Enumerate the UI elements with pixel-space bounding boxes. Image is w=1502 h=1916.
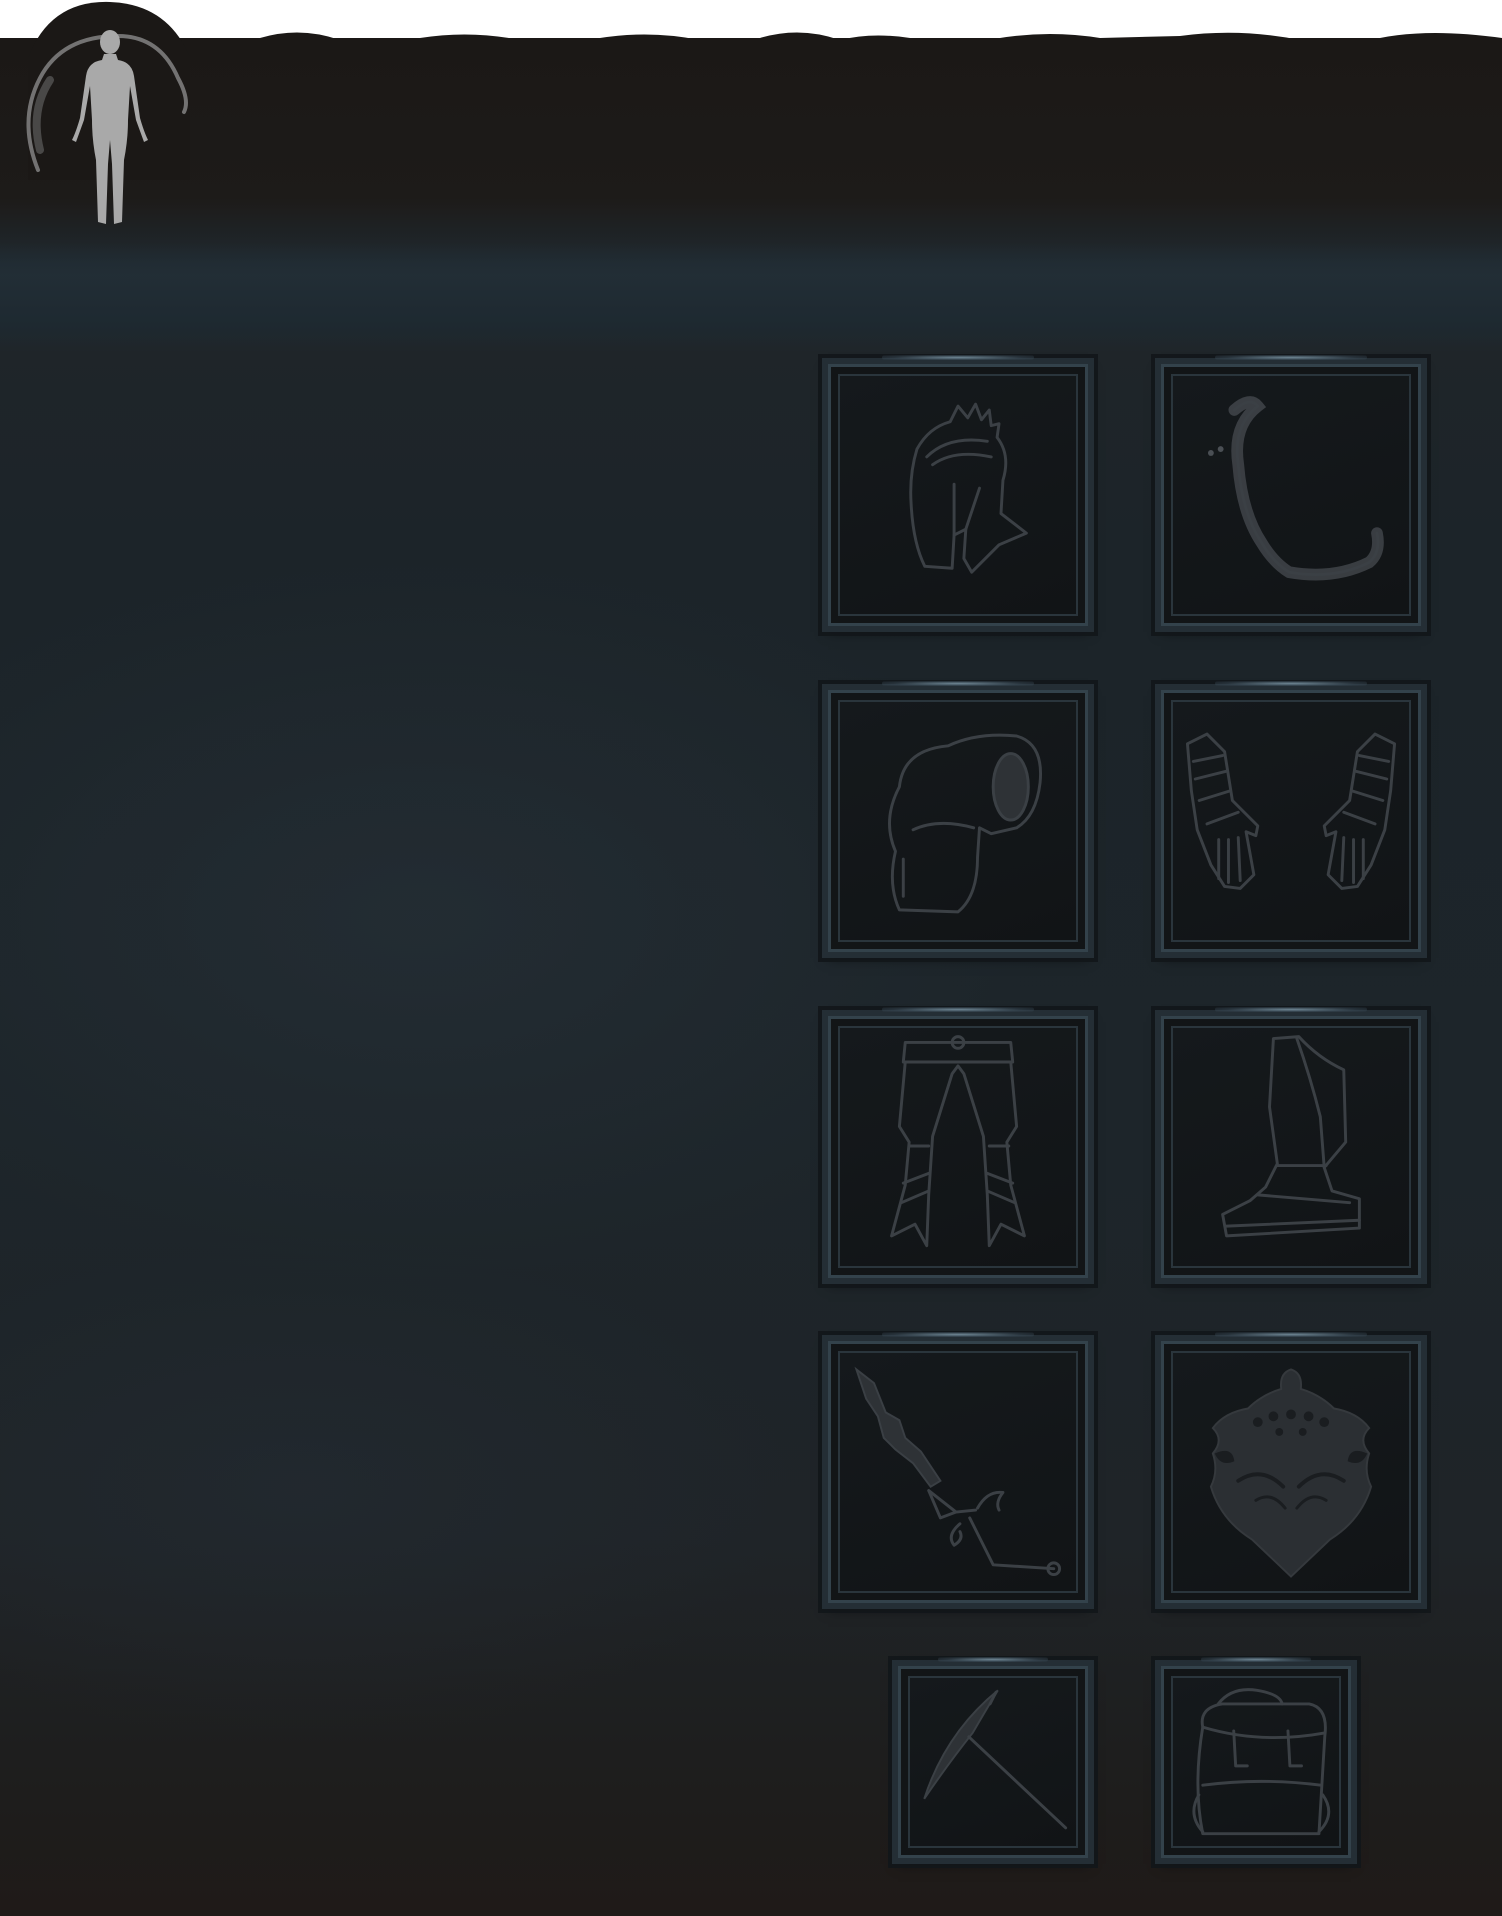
shield-icon <box>1209 1368 1373 1578</box>
equipment-slot-tool[interactable] <box>892 1657 1094 1864</box>
equipment-slot-boots[interactable] <box>1155 1007 1427 1284</box>
boot-icon <box>1221 1035 1361 1238</box>
slot-highlight <box>1214 681 1368 686</box>
cape-icon <box>1207 396 1384 581</box>
panel-header-band <box>0 243 1502 353</box>
equipment-panel <box>0 38 1502 1916</box>
equipment-slot-weapon[interactable] <box>822 1332 1094 1609</box>
helmet-icon <box>909 402 1028 574</box>
slot-highlight <box>1200 1657 1312 1662</box>
character-emblem <box>26 1 190 224</box>
slot-highlight <box>1214 1007 1368 1012</box>
equipment-slot-helmet[interactable] <box>822 355 1094 632</box>
equipment-slot-legs[interactable] <box>822 1007 1094 1284</box>
equipment-slot-bag[interactable] <box>1155 1657 1357 1864</box>
equipment-slot-cape[interactable] <box>1155 355 1427 632</box>
pickaxe-icon <box>923 1689 1068 1830</box>
chest-armor-icon <box>888 733 1043 914</box>
slot-highlight <box>881 681 1035 686</box>
slot-highlight <box>937 1657 1049 1662</box>
backpack-icon <box>1192 1688 1331 1836</box>
slot-highlight <box>1214 355 1368 360</box>
equipment-slot-chest[interactable] <box>822 681 1094 958</box>
slot-highlight <box>881 355 1035 360</box>
slot-highlight <box>881 1332 1035 1337</box>
slot-highlight <box>1214 1332 1368 1337</box>
leg-armor-icon <box>890 1035 1026 1248</box>
sword-icon <box>854 1366 1062 1577</box>
slot-highlight <box>881 1007 1035 1012</box>
equipment-slot-shield[interactable] <box>1155 1332 1427 1609</box>
gauntlets-icon <box>1185 732 1397 890</box>
equipment-slot-gloves[interactable] <box>1155 681 1427 958</box>
